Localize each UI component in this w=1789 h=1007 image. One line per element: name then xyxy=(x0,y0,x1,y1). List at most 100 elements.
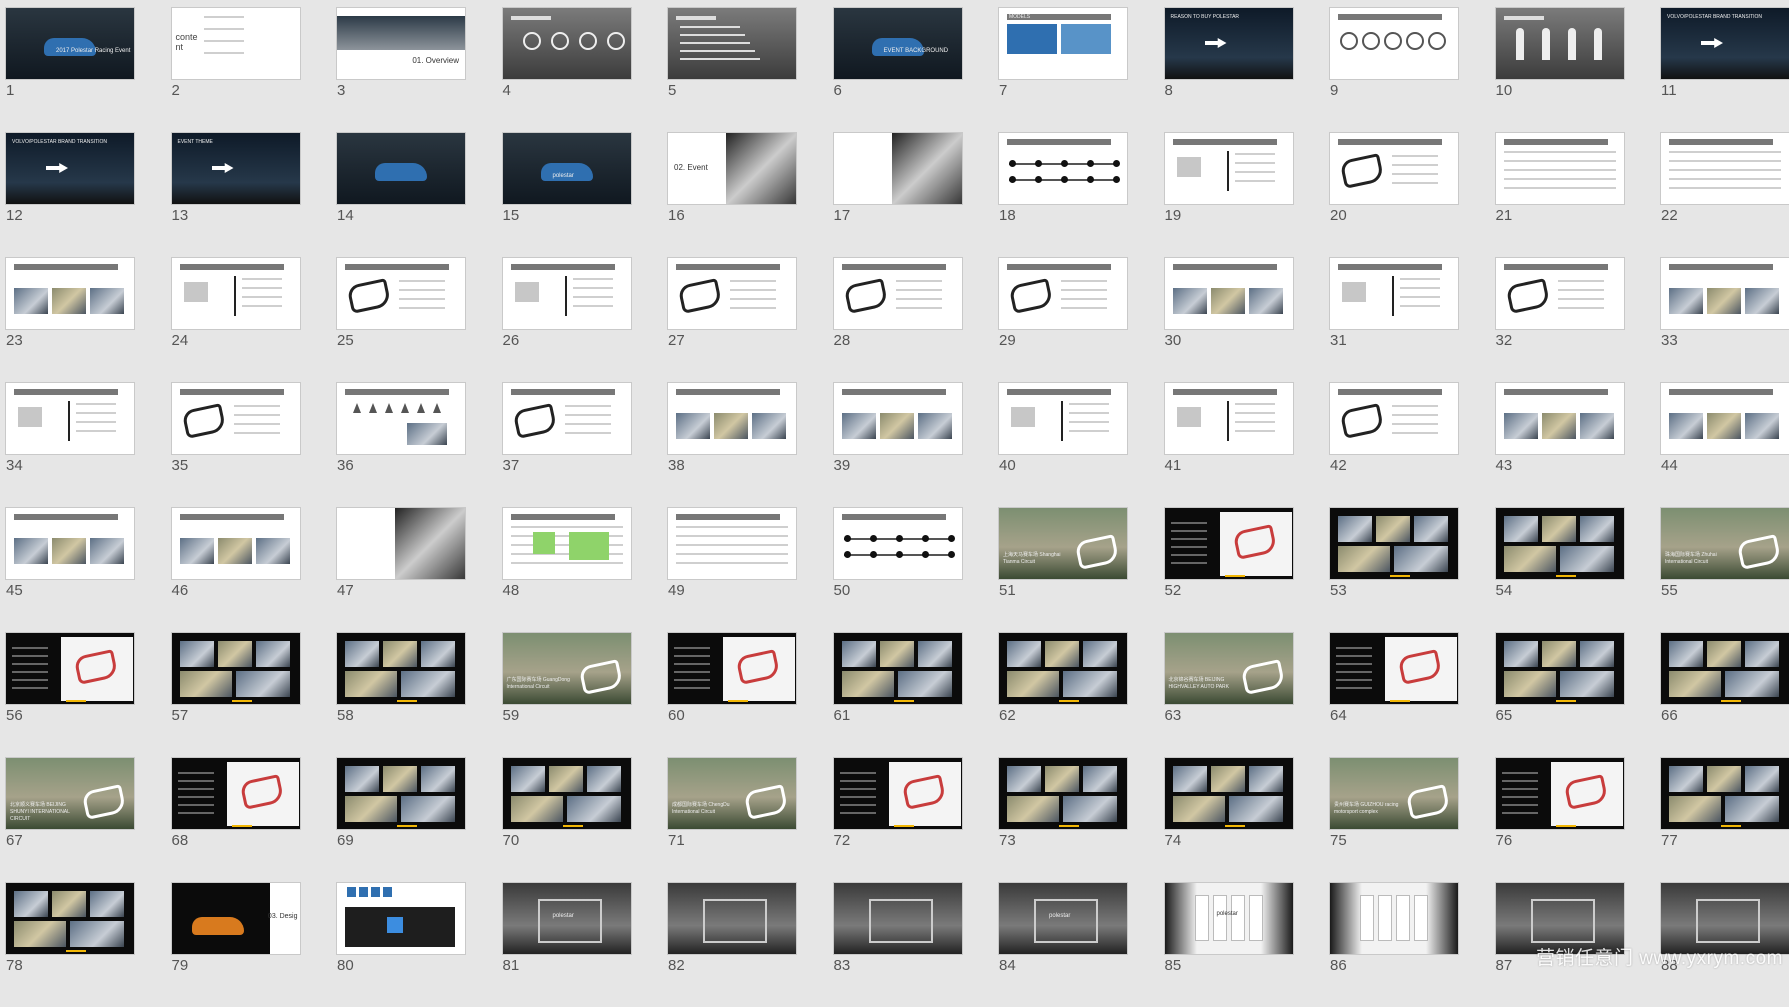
slide-thumbnail[interactable] xyxy=(501,7,632,80)
slide-thumbnail[interactable] xyxy=(1329,507,1459,580)
slide-thumbnail[interactable]: MODELS xyxy=(998,7,1128,80)
slide-thumbnail-cell[interactable]: 40 xyxy=(998,382,1128,507)
slide-thumbnail[interactable] xyxy=(1494,132,1625,205)
slide-thumbnail-cell[interactable]: 32 xyxy=(1494,257,1625,382)
slide-thumbnail[interactable]: 北京锦谷赛车场 BEIJING HIGHVALLEY AUTO PARK xyxy=(1163,632,1294,705)
slide-thumbnail[interactable] xyxy=(1494,757,1625,830)
slide-thumbnail[interactable] xyxy=(1660,132,1789,205)
slide-thumbnail[interactable] xyxy=(1163,257,1294,330)
slide-thumbnail[interactable] xyxy=(1494,507,1625,580)
slide-thumbnail[interactable] xyxy=(1660,757,1789,830)
slide-thumbnail-cell[interactable]: 48 xyxy=(501,507,632,632)
slide-thumbnail-cell[interactable]: 28 xyxy=(832,257,963,382)
slide-thumbnail[interactable] xyxy=(1163,757,1294,830)
slide-thumbnail-cell[interactable]: 58 xyxy=(336,632,466,757)
slide-thumbnail-cell[interactable]: 66 xyxy=(1660,632,1789,757)
slide-thumbnail[interactable] xyxy=(336,257,466,330)
slide-thumbnail[interactable]: polestar xyxy=(998,882,1128,955)
slide-thumbnail[interactable] xyxy=(998,132,1128,205)
slide-thumbnail-cell[interactable]: VOLVO/POLESTAR BRAND TRANSITION 11 xyxy=(1660,7,1789,132)
slide-thumbnail-cell[interactable]: 21 xyxy=(1494,132,1625,257)
slide-thumbnail-cell[interactable]: 46 xyxy=(170,507,301,632)
slide-thumbnail-cell[interactable]: 57 xyxy=(170,632,301,757)
slide-thumbnail[interactable]: conte nt xyxy=(170,7,301,80)
slide-thumbnail-cell[interactable]: 01. Overview 3 xyxy=(336,7,466,132)
slide-thumbnail[interactable] xyxy=(998,382,1128,455)
slide-thumbnail[interactable] xyxy=(336,882,466,955)
slide-thumbnail-cell[interactable]: EVENT BACKGROUND 6 xyxy=(832,7,963,132)
slide-thumbnail-cell[interactable]: 39 xyxy=(832,382,963,507)
slide-thumbnail[interactable] xyxy=(501,507,632,580)
slide-thumbnail-cell[interactable]: 25 xyxy=(336,257,466,382)
slide-thumbnail-cell[interactable]: 19 xyxy=(1163,132,1294,257)
slide-thumbnail-cell[interactable]: 珠海国际赛车场 Zhuhai International Circuit 55 xyxy=(1660,507,1789,632)
slide-thumbnail[interactable] xyxy=(667,507,797,580)
slide-thumbnail[interactable] xyxy=(336,507,466,580)
slide-thumbnail-cell[interactable]: 成都国际赛车场 ChengDu International Circuit 71 xyxy=(667,757,797,882)
slide-thumbnail-cell[interactable]: 24 xyxy=(170,257,301,382)
slide-thumbnail-cell[interactable]: 56 xyxy=(5,632,135,757)
slide-thumbnail-cell[interactable]: VOLVO/POLESTAR BRAND TRANSITION 12 xyxy=(5,132,135,257)
slide-thumbnail-cell[interactable]: 4 xyxy=(501,7,632,132)
slide-thumbnail-cell[interactable]: 50 xyxy=(832,507,963,632)
slide-thumbnail-cell[interactable]: 30 xyxy=(1163,257,1294,382)
slide-thumbnail-cell[interactable]: 45 xyxy=(5,507,135,632)
slide-thumbnail[interactable] xyxy=(170,757,301,830)
slide-thumbnail[interactable] xyxy=(832,507,963,580)
slide-thumbnail[interactable] xyxy=(1494,257,1625,330)
slide-thumbnail[interactable]: EVENT BACKGROUND xyxy=(832,7,963,80)
slide-thumbnail-cell[interactable]: 43 xyxy=(1494,382,1625,507)
slide-thumbnail[interactable] xyxy=(1494,382,1625,455)
slide-thumbnail[interactable]: 2017 Polestar Racing Event xyxy=(5,7,135,80)
slide-thumbnail-cell[interactable]: REASON TO BUY POLESTAR 8 xyxy=(1163,7,1294,132)
slide-thumbnail-cell[interactable]: 80 xyxy=(336,882,466,1007)
slide-thumbnail-cell[interactable]: 72 xyxy=(832,757,963,882)
slide-thumbnail[interactable] xyxy=(1163,382,1294,455)
slide-thumbnail-cell[interactable]: 47 xyxy=(336,507,466,632)
slide-thumbnail[interactable] xyxy=(1163,132,1294,205)
slide-thumbnail-cell[interactable]: 77 xyxy=(1660,757,1789,882)
slide-thumbnail-cell[interactable]: 29 xyxy=(998,257,1128,382)
slide-thumbnail-cell[interactable]: EVENT THEME 13 xyxy=(170,132,301,257)
slide-thumbnail-cell[interactable]: 64 xyxy=(1329,632,1459,757)
slide-thumbnail[interactable] xyxy=(5,507,135,580)
slide-thumbnail-cell[interactable]: 74 xyxy=(1163,757,1294,882)
slide-thumbnail[interactable] xyxy=(1660,257,1789,330)
slide-thumbnail[interactable] xyxy=(1494,7,1625,80)
slide-thumbnail[interactable] xyxy=(5,882,135,955)
slide-thumbnail[interactable]: VOLVO/POLESTAR BRAND TRANSITION xyxy=(1660,7,1789,80)
slide-thumbnail-cell[interactable]: 上海天马赛车场 Shanghai Tianma Circuit 51 xyxy=(998,507,1128,632)
slide-thumbnail-cell[interactable]: 贵州赛车场 GUIZHOU racing motorsport complex 7… xyxy=(1329,757,1459,882)
slide-thumbnail-cell[interactable]: 61 xyxy=(832,632,963,757)
slide-thumbnail[interactable] xyxy=(1329,132,1459,205)
slide-thumbnail[interactable] xyxy=(998,632,1128,705)
slide-thumbnail[interactable] xyxy=(1494,632,1625,705)
slide-thumbnail[interactable] xyxy=(170,507,301,580)
slide-thumbnail[interactable] xyxy=(5,382,135,455)
slide-thumbnail-cell[interactable]: 44 xyxy=(1660,382,1789,507)
slide-thumbnail[interactable] xyxy=(1329,632,1459,705)
slide-thumbnail-cell[interactable]: 27 xyxy=(667,257,797,382)
slide-thumbnail[interactable] xyxy=(170,632,301,705)
slide-thumbnail-cell[interactable]: 62 xyxy=(998,632,1128,757)
slide-thumbnail-cell[interactable]: 9 xyxy=(1329,7,1459,132)
slide-thumbnail[interactable] xyxy=(832,882,963,955)
slide-thumbnail-cell[interactable]: 53 xyxy=(1329,507,1459,632)
slide-thumbnail[interactable] xyxy=(1329,382,1459,455)
slide-thumbnail[interactable] xyxy=(501,382,632,455)
slide-thumbnail-cell[interactable]: 34 xyxy=(5,382,135,507)
slide-thumbnail-cell[interactable]: MODELS 7 xyxy=(998,7,1128,132)
slide-thumbnail-cell[interactable]: 2017 Polestar Racing Event 1 xyxy=(5,7,135,132)
slide-thumbnail-cell[interactable]: 18 xyxy=(998,132,1128,257)
slide-thumbnail-cell[interactable]: 52 xyxy=(1163,507,1294,632)
slide-thumbnail-cell[interactable]: 42 xyxy=(1329,382,1459,507)
slide-thumbnail-cell[interactable]: polestar 84 xyxy=(998,882,1128,1007)
slide-thumbnail[interactable] xyxy=(832,382,963,455)
slide-thumbnail[interactable]: polestar xyxy=(501,882,632,955)
slide-thumbnail-cell[interactable]: 36 xyxy=(336,382,466,507)
slide-thumbnail[interactable] xyxy=(170,382,301,455)
slide-thumbnail-cell[interactable]: conte nt 2 xyxy=(170,7,301,132)
slide-thumbnail[interactable]: 广东国际赛车场 GuangDong International Circuit xyxy=(501,632,632,705)
slide-thumbnail-cell[interactable]: 5 xyxy=(667,7,797,132)
slide-thumbnail-cell[interactable]: 20 xyxy=(1329,132,1459,257)
